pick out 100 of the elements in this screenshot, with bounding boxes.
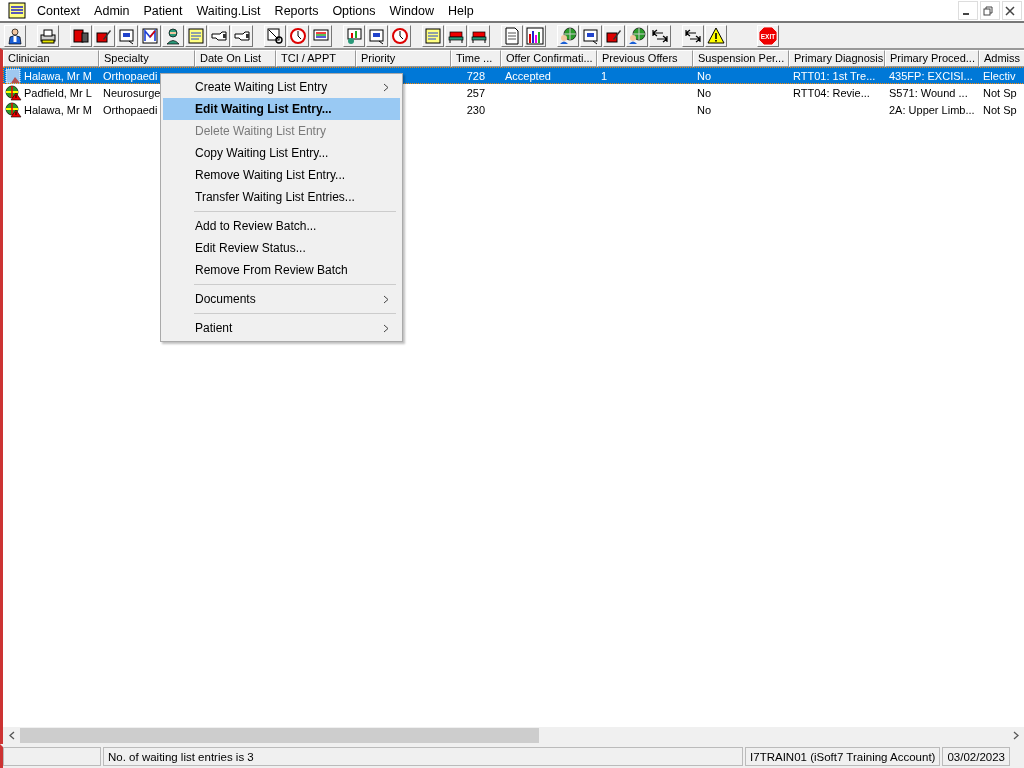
column-header[interactable]: TCI / APPT bbox=[276, 50, 356, 67]
letter-m-icon bbox=[141, 26, 159, 45]
bar-chart-icon bbox=[526, 26, 544, 45]
column-header[interactable]: Suspension Per... bbox=[693, 50, 789, 67]
menu-item[interactable]: Waiting.List bbox=[189, 0, 268, 21]
context-menu-item[interactable]: Transfer Waiting List Entries... bbox=[163, 186, 400, 208]
chart-icon bbox=[345, 26, 363, 45]
column-header[interactable]: Primary Proced... bbox=[885, 50, 979, 67]
menu-item[interactable]: Context bbox=[30, 0, 88, 21]
table-cell: 257 bbox=[466, 86, 485, 99]
table-cell: RTT04: Revie... bbox=[793, 86, 870, 99]
printer-icon bbox=[39, 26, 57, 45]
clock-icon bbox=[289, 26, 307, 45]
table-cell: Orthopaedi bbox=[103, 69, 158, 82]
column-header[interactable]: Previous Offers bbox=[597, 50, 693, 67]
toolbar-button[interactable] bbox=[116, 24, 138, 47]
table-cell: Orthopaedi bbox=[103, 103, 158, 116]
minimize-button[interactable] bbox=[958, 1, 978, 20]
form-icon bbox=[368, 26, 386, 45]
context-menu-item[interactable]: Edit Review Status... bbox=[163, 237, 400, 259]
toolbar-button[interactable] bbox=[231, 24, 253, 47]
column-header[interactable]: Specialty bbox=[99, 50, 195, 67]
form-icon bbox=[582, 26, 600, 45]
table-cell: No bbox=[697, 86, 712, 99]
table-cell: Halawa, Mr M bbox=[24, 103, 92, 116]
menu-item[interactable]: Options bbox=[325, 0, 383, 21]
globe-warning-icon bbox=[5, 84, 22, 101]
menu-item[interactable]: Admin bbox=[87, 0, 137, 21]
note-icon bbox=[424, 26, 442, 45]
toolbar-button[interactable] bbox=[70, 24, 92, 47]
context-menu-item[interactable]: Documents bbox=[163, 288, 400, 310]
document-icon bbox=[503, 26, 521, 45]
toolbar-button[interactable] bbox=[139, 24, 161, 47]
toolbar-button[interactable] bbox=[4, 24, 26, 47]
toolbar-button[interactable] bbox=[626, 24, 648, 47]
menu-item[interactable]: Help bbox=[440, 0, 481, 21]
form-icon bbox=[118, 26, 136, 45]
toolbar-button[interactable] bbox=[37, 24, 59, 47]
globe-icon bbox=[628, 26, 646, 45]
toolbar-button[interactable] bbox=[524, 24, 546, 47]
table-cell: 2A: Upper Limb... bbox=[889, 103, 975, 116]
toolbar-button[interactable] bbox=[580, 24, 602, 47]
toolbar-button[interactable] bbox=[649, 24, 671, 47]
toolbar-button[interactable] bbox=[208, 24, 230, 47]
close-button[interactable] bbox=[1002, 1, 1022, 20]
menu-item[interactable]: Reports bbox=[267, 0, 326, 21]
column-header[interactable]: Date On List bbox=[195, 50, 276, 67]
toolbar-button[interactable] bbox=[264, 24, 286, 47]
toolbar-button[interactable] bbox=[445, 24, 467, 47]
toolbar-button[interactable] bbox=[603, 24, 625, 47]
column-header[interactable]: Priority bbox=[356, 50, 451, 67]
column-header[interactable]: Admiss bbox=[979, 50, 1024, 67]
restore-button[interactable] bbox=[980, 1, 1000, 20]
status-text: 03/02/2023 bbox=[942, 747, 1010, 766]
context-menu-item[interactable]: Edit Waiting List Entry... bbox=[163, 98, 400, 120]
context-menu-item[interactable]: Create Waiting List Entry bbox=[163, 76, 400, 98]
table-cell: Accepted bbox=[505, 69, 551, 82]
context-menu-item[interactable]: Remove From Review Batch bbox=[163, 259, 400, 281]
close-icon bbox=[1005, 5, 1015, 16]
column-header[interactable]: Time ... bbox=[451, 50, 501, 67]
patient-selected-icon bbox=[5, 67, 22, 84]
table-cell: Electiv bbox=[983, 69, 1016, 82]
toolbar-button[interactable] bbox=[557, 24, 579, 47]
table-cell: 1 bbox=[601, 69, 608, 82]
toolbar-button[interactable] bbox=[93, 24, 115, 47]
clock-icon bbox=[391, 26, 409, 45]
scrollbar-thumb[interactable] bbox=[20, 728, 539, 743]
menu-item[interactable]: Window bbox=[382, 0, 441, 21]
table-cell: Neurosurge bbox=[103, 86, 161, 99]
globe-warning-icon bbox=[5, 101, 22, 118]
status-text: I7TRAIN01 (iSoft7 Training Account) bbox=[745, 747, 941, 766]
table-cell: 728 bbox=[466, 69, 485, 82]
toolbar-button[interactable] bbox=[682, 24, 704, 47]
context-menu-item[interactable]: Patient bbox=[163, 317, 400, 339]
context-menu-item[interactable]: Add to Review Batch... bbox=[163, 215, 400, 237]
column-header[interactable]: Offer Confirmati... bbox=[501, 50, 597, 67]
book-icon bbox=[72, 26, 90, 45]
surgeon-icon bbox=[164, 26, 182, 45]
table-cell: No bbox=[697, 103, 712, 116]
doctor-icon bbox=[6, 26, 24, 45]
table-cell: RTT01: 1st Tre... bbox=[793, 69, 876, 82]
minimize-icon bbox=[963, 12, 969, 15]
toolbar-button[interactable] bbox=[705, 24, 727, 47]
column-header[interactable]: Primary Diagnosis bbox=[789, 50, 885, 67]
table-cell: Not Sp bbox=[983, 103, 1017, 116]
toolbar-button[interactable] bbox=[162, 24, 184, 47]
table-cell: Halawa, Mr M bbox=[24, 69, 92, 82]
toolbar-button[interactable] bbox=[468, 24, 490, 47]
restore-icon bbox=[983, 5, 993, 16]
context-menu-item[interactable]: Copy Waiting List Entry... bbox=[163, 142, 400, 164]
magnifier-icon bbox=[266, 26, 284, 45]
globe-icon bbox=[559, 26, 577, 45]
column-header[interactable]: Clinician bbox=[3, 50, 99, 67]
note-icon bbox=[187, 26, 205, 45]
app-icon[interactable] bbox=[8, 2, 26, 19]
table-cell: 230 bbox=[466, 103, 485, 116]
toolbar-button[interactable] bbox=[366, 24, 388, 47]
menu-item[interactable]: Patient bbox=[136, 0, 190, 21]
warning-icon bbox=[707, 26, 725, 45]
context-menu-item[interactable]: Remove Waiting List Entry... bbox=[163, 164, 400, 186]
